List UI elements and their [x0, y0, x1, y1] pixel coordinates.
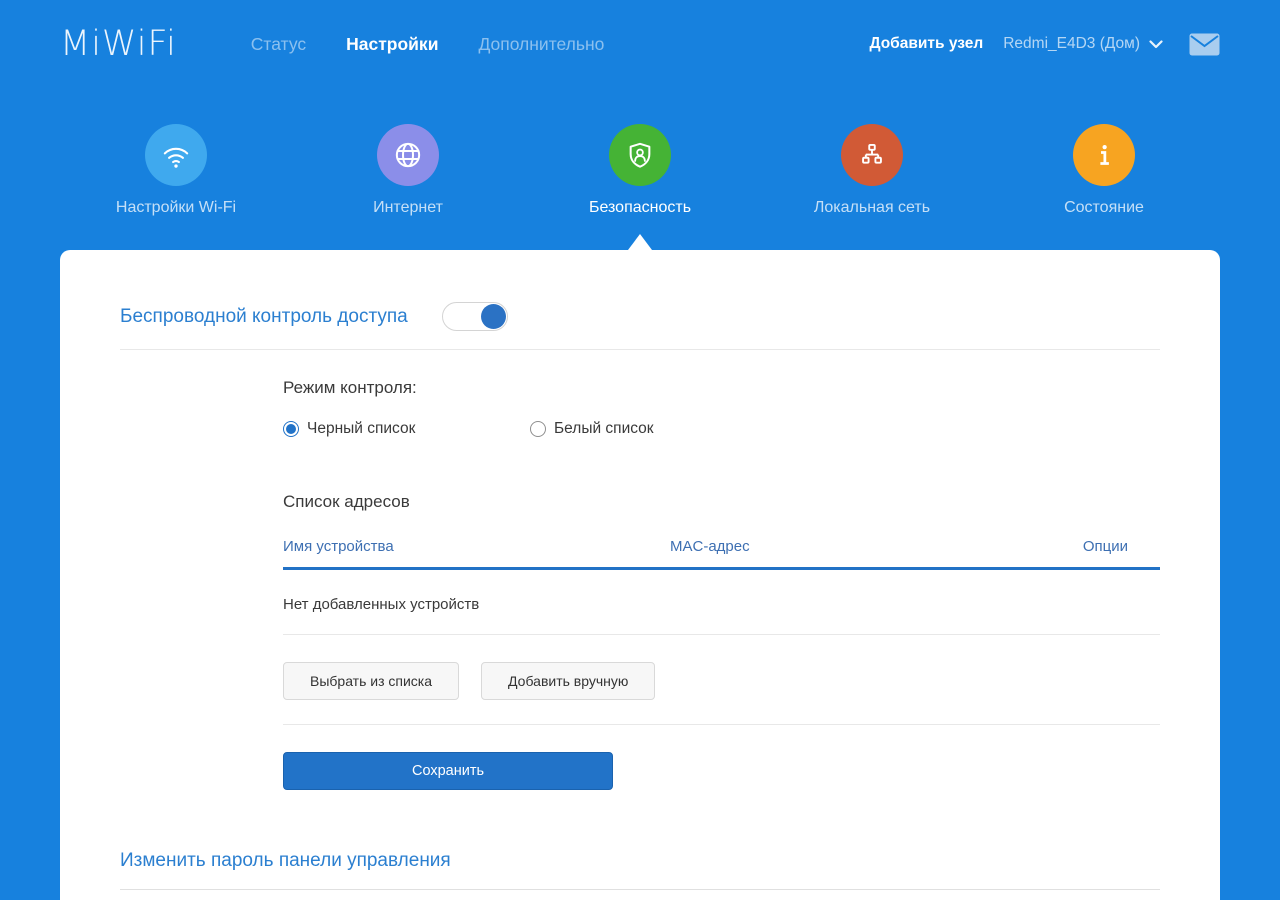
access-control-title: Беспроводной контроль доступа — [120, 305, 408, 327]
tab-internet[interactable]: Интернет — [292, 124, 524, 217]
radio-button-icon — [530, 421, 546, 437]
tab-label: Настройки Wi-Fi — [115, 199, 237, 216]
device-selector-label: Redmi_E4D3 (Дом) — [1003, 35, 1140, 52]
control-mode-options: Черный список Белый список — [283, 420, 1160, 438]
active-tab-pointer — [628, 234, 652, 250]
tab-label: Локальная сеть — [813, 199, 931, 216]
column-options: Опции — [1082, 538, 1128, 555]
settings-tabs: Настройки Wi-Fi Интернет Безопасность Ло… — [60, 88, 1220, 217]
access-control-section: Режим контроля: Черный список Белый спис… — [283, 378, 1160, 790]
add-node-button[interactable]: Добавить узел — [869, 35, 983, 53]
add-device-buttons: Выбрать из списка Добавить вручную — [283, 662, 1160, 700]
security-panel: Беспроводной контроль доступа Режим конт… — [60, 250, 1220, 900]
tab-security[interactable]: Безопасность — [524, 124, 756, 217]
column-mac-address: MAC-адрес — [670, 538, 750, 555]
address-table-header: Имя устройства MAC-адрес Опции — [283, 538, 1160, 570]
save-button[interactable]: Сохранить — [283, 752, 613, 790]
nav-item-advanced[interactable]: Дополнительно — [478, 34, 604, 55]
divider — [120, 889, 1160, 890]
info-icon — [1073, 124, 1135, 186]
main-nav: Статус Настройки Дополнительно — [251, 34, 645, 55]
empty-devices-message: Нет добавленных устройств — [283, 570, 1160, 635]
column-device-name: Имя устройства — [283, 538, 394, 555]
radio-button-icon — [283, 421, 299, 437]
lan-topology-icon — [841, 124, 903, 186]
device-selector[interactable]: Redmi_E4D3 (Дом) — [1003, 35, 1163, 53]
radio-label: Белый список — [554, 420, 654, 437]
divider — [283, 724, 1160, 725]
tab-local-network[interactable]: Локальная сеть — [756, 124, 988, 217]
mail-icon[interactable] — [1189, 33, 1220, 56]
nav-item-status[interactable]: Статус — [251, 34, 306, 55]
tab-status[interactable]: Состояние — [988, 124, 1220, 217]
address-list-title: Список адресов — [283, 492, 410, 511]
top-bar: MiWiFi Статус Настройки Дополнительно До… — [0, 0, 1280, 88]
tab-label: Состояние — [1064, 199, 1144, 216]
add-manually-button[interactable]: Добавить вручную — [481, 662, 656, 700]
toggle-knob — [480, 304, 506, 329]
globe-icon — [377, 124, 439, 186]
wifi-icon — [145, 124, 207, 186]
access-control-toggle[interactable] — [441, 302, 508, 331]
control-mode-label: Режим контроля: — [283, 378, 417, 397]
radio-blacklist[interactable]: Черный список — [283, 420, 530, 438]
access-control-heading-row: Беспроводной контроль доступа — [120, 250, 1160, 350]
radio-label: Черный список — [307, 420, 416, 437]
tab-label: Интернет — [373, 199, 443, 216]
shield-user-icon — [609, 124, 671, 186]
change-password-title: Изменить пароль панели управления — [120, 850, 451, 871]
top-bar-right: Добавить узел Redmi_E4D3 (Дом) — [869, 33, 1220, 56]
chevron-down-icon — [1149, 39, 1163, 49]
tab-wifi-settings[interactable]: Настройки Wi-Fi — [60, 124, 292, 217]
tab-label: Безопасность — [588, 199, 692, 216]
radio-whitelist[interactable]: Белый список — [530, 420, 654, 438]
nav-item-settings[interactable]: Настройки — [346, 34, 438, 55]
select-from-list-button[interactable]: Выбрать из списка — [283, 662, 460, 700]
miwifi-logo: MiWiFi — [60, 24, 177, 64]
